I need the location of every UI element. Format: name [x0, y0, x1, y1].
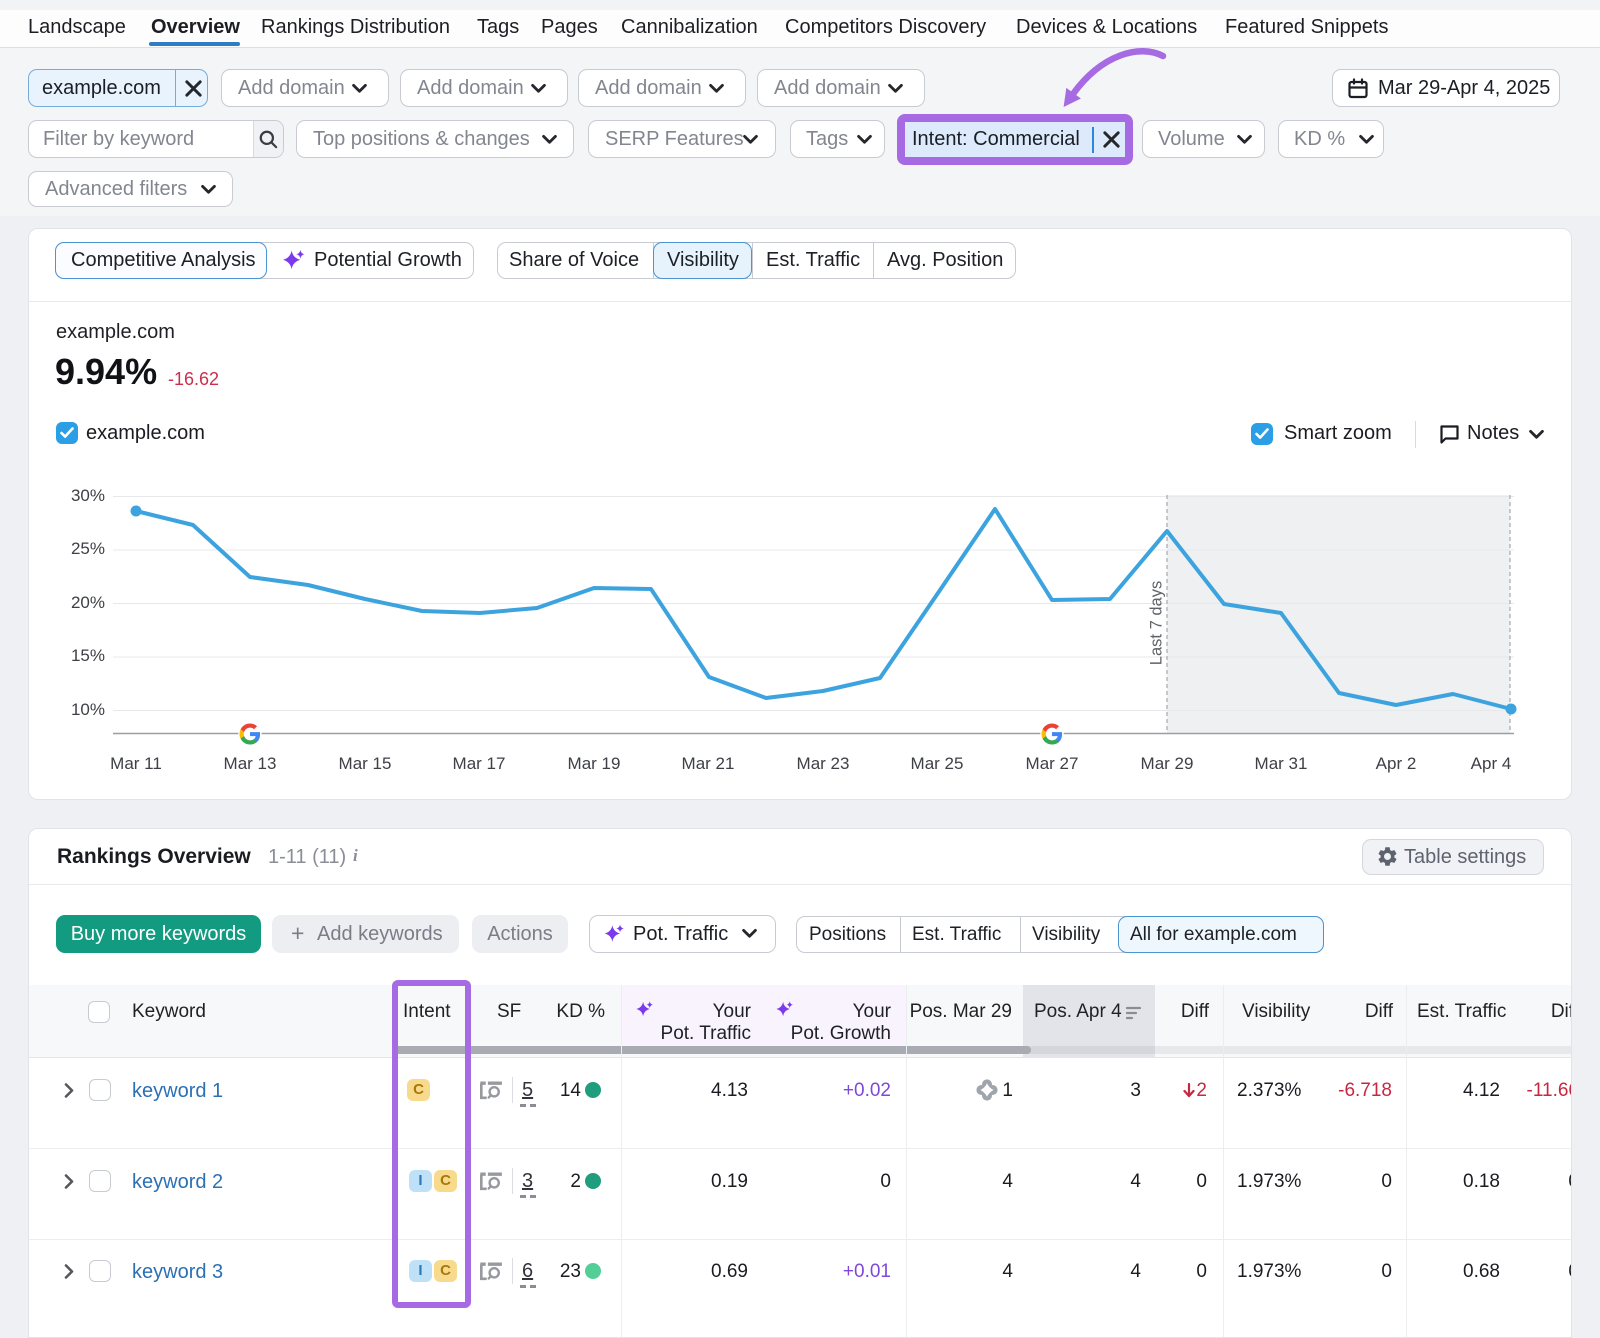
svg-text:Last 7 days: Last 7 days — [1147, 581, 1165, 665]
